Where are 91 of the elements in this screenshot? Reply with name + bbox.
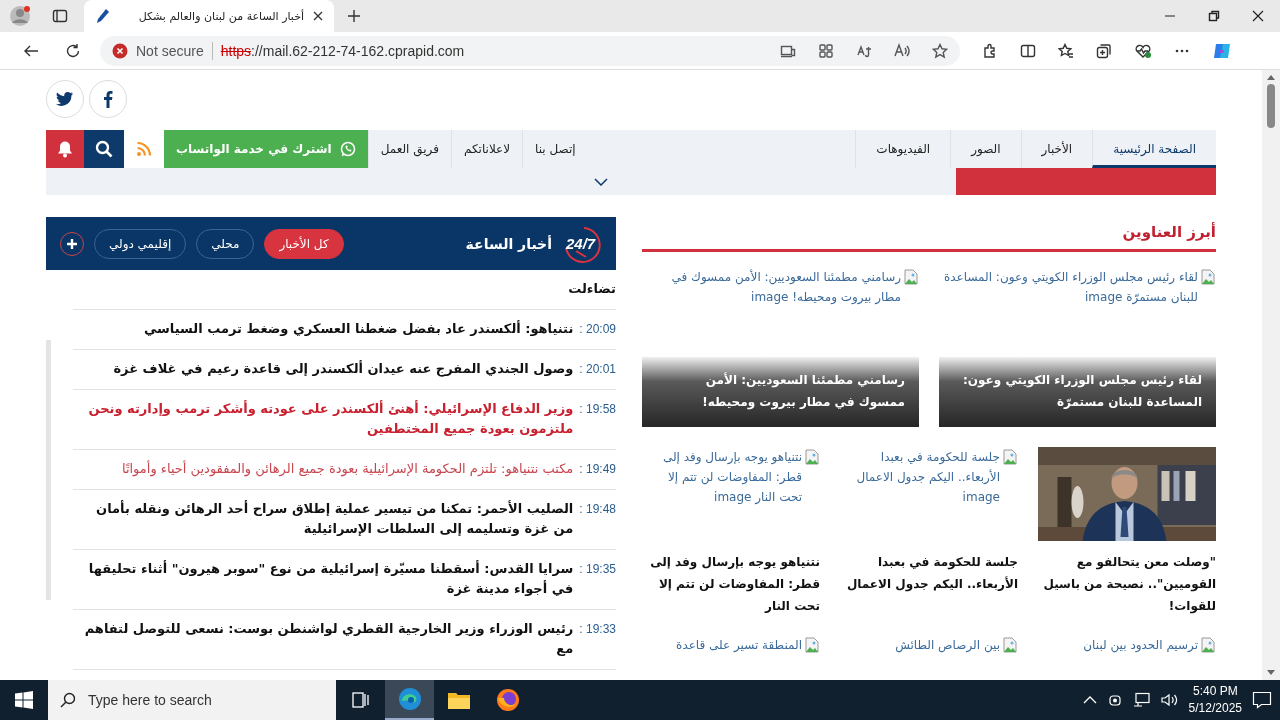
news-headline[interactable]: نتنياهو: ألكسندر عاد بفضل ضغطنا العسكري وضغط ترمب السياسي: [73, 319, 574, 339]
image-alt-text[interactable]: جلسة للحكومة في بعبدا الأربعاء.. اليكم جدول الاعمال image: [840, 447, 1000, 507]
bird-icon: [56, 91, 74, 107]
read-aloud-icon[interactable]: [894, 42, 910, 59]
news-headline[interactable]: مكتب نتنياهو: تلتزم الحكومة الإسرائيلية بعودة جميع الرهائن والمفقودين أحياء وأمواتًا: [73, 459, 574, 479]
news-time: 19:48 :: [579, 501, 616, 518]
notification-button[interactable]: [46, 130, 84, 168]
close-icon[interactable]: [1252, 10, 1264, 22]
broken-image-icon: [1002, 637, 1018, 653]
collections-icon[interactable]: [1096, 42, 1112, 59]
page-scrollbar[interactable]: [1262, 70, 1280, 680]
broken-image-icon: [804, 637, 820, 653]
headline-link[interactable]: جلسة للحكومة في بعبدا الأربعاء.. اليكم جدول الاعمال: [840, 551, 1018, 595]
image-alt-text[interactable]: المنطقة تسير على قاعدة: [642, 635, 802, 655]
news-headline[interactable]: وصول الجندي المفرج عنه عيدان ألكسندر إلى قاعدة رعيم في غلاف غزة: [73, 359, 574, 379]
profile-icon[interactable]: [9, 5, 31, 27]
windows-icon[interactable]: [15, 691, 33, 709]
taskbar-clock[interactable]: 5:40 PM 5/12/2025: [1188, 683, 1242, 717]
news-time: 19:58 :: [579, 401, 616, 418]
image-alt-text[interactable]: لقاء رئيس مجلس الوزراء الكويتي وعون: المساعدة للبنان مستمرّة image: [939, 267, 1198, 307]
address-bar[interactable]: Not secure https://mail.62-212-74-162.cprapid.com: [100, 35, 960, 66]
restore-icon[interactable]: [1208, 10, 1220, 22]
news-headline[interactable]: رئيس الوزراء وزير الخارجية القطري لواشنطن بوست: نسعى للتوصل لتفاهم مع: [73, 619, 574, 659]
news-time: 19:35 :: [579, 561, 616, 578]
news-time: 19:49 :: [579, 461, 616, 478]
bell-icon: [56, 140, 74, 158]
close-icon[interactable]: [312, 10, 324, 22]
logo-text: 24/7: [566, 235, 596, 252]
tab-actions-icon[interactable]: [52, 8, 68, 24]
image-alt-text[interactable]: بين الرصاص الطائش: [840, 635, 1000, 655]
news-headline[interactable]: تضاءلت: [73, 279, 616, 299]
notification-icon[interactable]: [1252, 691, 1272, 709]
search-icon: [60, 692, 76, 708]
grid-icon[interactable]: [818, 42, 834, 59]
filter-chip[interactable]: كل الأخبار: [264, 228, 344, 259]
split-screen-icon[interactable]: [1020, 42, 1036, 59]
plus-icon: [67, 238, 77, 249]
camera-icon[interactable]: [1106, 692, 1123, 708]
task-view-icon[interactable]: [351, 692, 370, 708]
refresh-icon[interactable]: [65, 42, 81, 59]
whatsapp-icon: [339, 141, 356, 157]
puzzle-icon[interactable]: [982, 42, 998, 59]
favorites-icon[interactable]: [1058, 42, 1074, 59]
headline-link[interactable]: نتنياهو يوجه بإرسال وفد إلى قطر: المفاوضات لن تتم إلا تحت النار: [642, 551, 820, 617]
image-alt-text[interactable]: ترسيم الحدود بين لبنان: [1038, 635, 1198, 655]
volume-icon[interactable]: [1160, 692, 1179, 708]
broken-image-icon: [1002, 449, 1018, 465]
browser-icon: [397, 687, 422, 711]
fox-globe-icon[interactable]: [495, 688, 520, 712]
headline-link[interactable]: "وصلت معن يتحالفو مع القوميين".. نصيحة من باسيل للقوات!: [1038, 551, 1216, 617]
news-headline[interactable]: وزير الدفاع الإسرائيلي: أهنئ ألكسندر على عودته وأشكر ترمب وإدارته ونحن ملتزمون بعودة جميع المختطفين: [73, 399, 574, 439]
clock-icon: [562, 224, 602, 263]
security-label[interactable]: Not secure: [136, 42, 204, 59]
image-alt-text[interactable]: نتنياهو يوجه بإرسال وفد إلى قطر: المفاوضات لن تتم إلا تحت النار image: [642, 447, 802, 507]
clock-date: 5/12/2025: [1188, 700, 1242, 717]
broken-image-icon: [804, 449, 820, 465]
scroll-up-icon[interactable]: [1267, 74, 1275, 80]
star-icon[interactable]: [932, 42, 948, 59]
heartbeat-icon[interactable]: [1134, 42, 1152, 59]
warning-icon[interactable]: [112, 42, 128, 59]
broken-image-icon: [1200, 269, 1216, 285]
news-headline[interactable]: الصليب الأحمر: تمكنا من تيسير عملية إطلاق سراح أحد الرهائن ونقله بأمان من غزة وتسليمه إلى السلطات الإسرائيلية: [73, 499, 574, 539]
url-text[interactable]: https://mail.62-212-74-162.cprapid.com: [220, 42, 465, 59]
rss-icon: [136, 141, 152, 157]
network-icon[interactable]: [1132, 692, 1151, 708]
broken-image-icon: [1200, 637, 1216, 653]
scrollbar[interactable]: [46, 340, 51, 600]
headline-caption[interactable]: لقاء رئيس مجلس الوزراء الكويتي وعون: المساعدة للبنان مستمرّة: [939, 357, 1216, 427]
headline-caption[interactable]: رسامني مطمئنا السعوديين: الأمن ممسوك في مطار بيروت ومحيطه!: [642, 357, 919, 427]
edge-taskbar-button[interactable]: [385, 680, 434, 720]
search-icon: [95, 140, 113, 158]
folder-icon[interactable]: [446, 690, 471, 710]
section-title: أخبار الساعة: [465, 235, 552, 252]
clock-time: 5:40 PM: [1191, 683, 1239, 700]
chevron-up-icon[interactable]: [1082, 696, 1097, 704]
news-time: 20:09 :: [579, 321, 616, 338]
scroll-down-icon[interactable]: [1267, 670, 1275, 676]
pen-icon: [94, 8, 110, 24]
search-button[interactable]: [84, 130, 124, 168]
scroll-thumb[interactable]: [1267, 84, 1275, 128]
chevron-down-icon[interactable]: [594, 177, 608, 186]
new-tab-icon[interactable]: [347, 9, 361, 23]
f-letter-icon: [103, 90, 113, 108]
browser-tab[interactable]: أخبار الساعة من لبنان والعالم بشكل: [84, 0, 334, 32]
section-title: أبرز العناوين: [1121, 221, 1216, 243]
image-alt-text[interactable]: رسامني مطمئنا السعوديين: الأمن ممسوك في مطار بيروت ومحيطه! image: [642, 267, 901, 307]
taskbar-search-field[interactable]: Type here to search: [48, 680, 336, 720]
news-time: 20:01 :: [579, 361, 616, 378]
broken-image-icon: [903, 269, 919, 285]
news-headline[interactable]: سرايا القدس: أسقطنا مسيّرة إسرائيلية من نوع "سوبر هيرون" أثناء تحليقها في أجواء مدينة غزة: [73, 559, 574, 599]
news-time: 19:33 :: [579, 621, 616, 638]
